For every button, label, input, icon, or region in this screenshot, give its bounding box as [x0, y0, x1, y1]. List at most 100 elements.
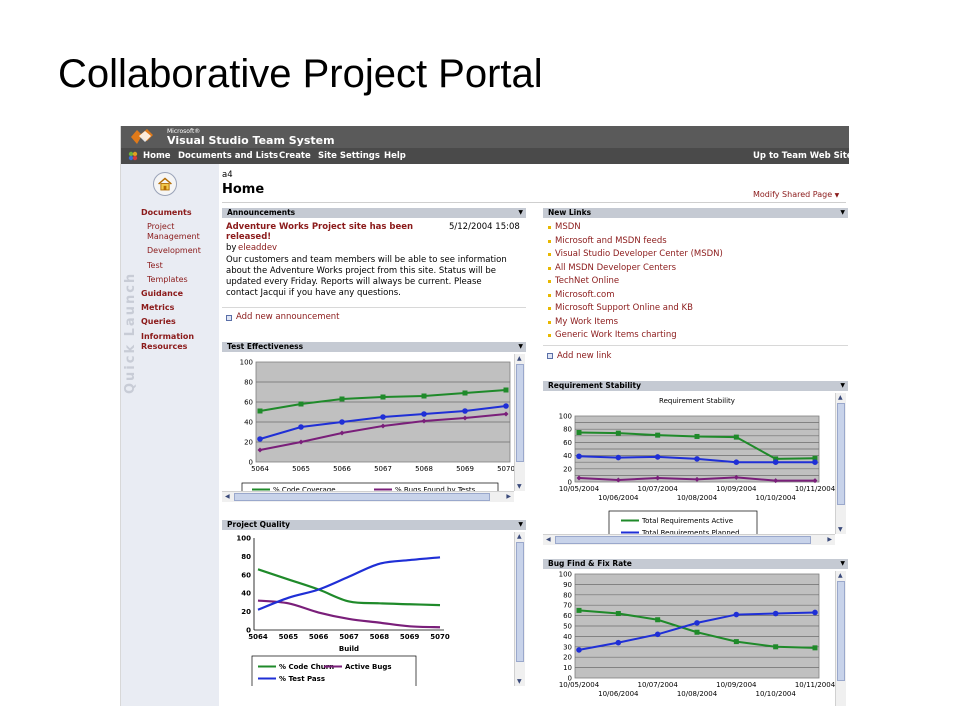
y-tick-label: 100 — [236, 535, 251, 543]
announcement-body-line: contact Jacqui if you have any questions… — [226, 288, 401, 298]
add-new-announcement-link[interactable]: Add new announcement — [236, 312, 340, 322]
new-link-item[interactable]: Microsoft Support Online and KB — [555, 303, 693, 313]
announcement-author-link[interactable]: eleaddev — [238, 243, 277, 253]
requirement-stability-hscroll[interactable]: ◀ ▶ — [543, 534, 835, 545]
quick-launch-item[interactable]: Management — [147, 232, 200, 242]
scroll-left-icon[interactable]: ◀ — [546, 536, 551, 543]
scroll-thumb[interactable] — [234, 493, 490, 501]
data-point — [503, 387, 509, 393]
nav-home[interactable]: Home — [143, 151, 171, 161]
nav-create[interactable]: Create — [279, 151, 311, 161]
new-link-item[interactable]: All MSDN Developer Centers — [555, 263, 676, 273]
requirement-stability-title: Requirement Stability — [548, 381, 641, 390]
part-menu-chevron-icon[interactable]: ▼ — [840, 559, 845, 569]
data-point — [733, 611, 740, 618]
test-effectiveness-title: Test Effectiveness — [227, 342, 304, 351]
nav-site-settings[interactable]: Site Settings — [318, 151, 380, 161]
home-nav-icon — [128, 151, 138, 161]
nav-help[interactable]: Help — [384, 151, 406, 161]
data-point — [576, 453, 582, 460]
x-tick-label: 5065 — [292, 465, 310, 473]
y-tick-label: 100 — [559, 413, 572, 421]
quick-launch-item[interactable]: Information — [141, 332, 194, 342]
scroll-thumb[interactable] — [555, 536, 811, 544]
announcement-title-line-2[interactable]: released! — [226, 232, 271, 242]
add-icon — [547, 353, 553, 359]
data-point — [380, 414, 386, 420]
quick-launch-item[interactable]: Documents — [141, 208, 192, 218]
scroll-down-icon[interactable]: ▼ — [517, 678, 522, 685]
new-link-item[interactable]: Visual Studio Developer Center (MSDN) — [555, 249, 723, 259]
data-point — [773, 644, 779, 650]
quick-launch-item[interactable]: Test — [147, 261, 163, 271]
scroll-left-icon[interactable]: ◀ — [225, 493, 230, 500]
y-tick-label: 10 — [563, 664, 572, 672]
new-links-header: New Links ▼ — [543, 208, 848, 218]
scroll-up-icon[interactable]: ▲ — [838, 394, 843, 401]
part-menu-chevron-icon[interactable]: ▼ — [518, 208, 523, 218]
x-tick-label: 5070 — [430, 633, 450, 641]
quick-launch-item[interactable]: Guidance — [141, 289, 183, 299]
new-link-item[interactable]: TechNet Online — [555, 276, 619, 286]
test-effectiveness-hscroll[interactable]: ◀ ▶ — [222, 491, 514, 502]
data-point — [733, 639, 739, 645]
test-effectiveness-vscroll[interactable]: ▲ ▼ — [514, 354, 525, 491]
scroll-thumb[interactable] — [516, 364, 524, 462]
scroll-right-icon[interactable]: ▶ — [506, 493, 511, 500]
new-link-item[interactable]: My Work Items — [555, 317, 618, 327]
data-point — [615, 639, 622, 646]
new-link-item[interactable]: Microsoft.com — [555, 290, 615, 300]
announcement-title-line-1[interactable]: Adventure Works Project site has been — [226, 222, 413, 232]
quick-launch-item[interactable]: Queries — [141, 317, 176, 327]
data-point — [380, 394, 386, 400]
scroll-up-icon[interactable]: ▲ — [838, 572, 843, 579]
bullet-icon — [548, 307, 551, 310]
project-quality-vscroll[interactable]: ▲ ▼ — [514, 532, 525, 686]
site-name: a4 — [222, 170, 233, 180]
add-new-link-link[interactable]: Add new link — [557, 351, 611, 361]
data-point — [655, 432, 661, 438]
part-menu-chevron-icon[interactable]: ▼ — [518, 342, 523, 352]
bug-find-fix-title: Bug Find & Fix Rate — [548, 559, 632, 568]
requirement-stability-vscroll[interactable]: ▲ ▼ — [835, 393, 846, 534]
scroll-up-icon[interactable]: ▲ — [517, 355, 522, 362]
data-point — [694, 620, 700, 626]
quick-launch-item[interactable]: Templates — [147, 275, 188, 285]
quick-launch-item[interactable]: Development — [147, 246, 201, 256]
quick-launch-item[interactable]: Resources — [141, 342, 187, 352]
scroll-thumb[interactable] — [516, 542, 524, 662]
part-menu-chevron-icon[interactable]: ▼ — [840, 208, 845, 218]
scroll-down-icon[interactable]: ▼ — [838, 526, 843, 533]
x-tick-label: 10/11/2004 — [795, 485, 835, 493]
data-point — [772, 459, 779, 465]
scroll-down-icon[interactable]: ▼ — [517, 483, 522, 490]
bullet-icon — [548, 266, 551, 270]
modify-shared-page-button[interactable]: Modify Shared Page ▼ — [753, 190, 839, 199]
quick-launch-item[interactable]: Project — [147, 222, 174, 232]
y-tick-label: 90 — [563, 581, 572, 589]
scroll-right-icon[interactable]: ▶ — [827, 536, 832, 543]
home-icon[interactable] — [153, 172, 177, 196]
x-tick-label: 5064 — [248, 633, 268, 641]
data-point — [812, 645, 818, 651]
scroll-thumb[interactable] — [837, 403, 845, 505]
x-tick-label: 10/07/2004 — [637, 681, 678, 689]
nav-up-to-team-web-site[interactable]: Up to Team Web Site — [753, 151, 849, 161]
x-tick-label: 5068 — [370, 633, 390, 641]
quick-launch-item[interactable]: Metrics — [141, 303, 174, 313]
bullet-icon — [548, 334, 551, 337]
part-menu-chevron-icon[interactable]: ▼ — [518, 520, 523, 530]
new-link-item[interactable]: MSDN — [555, 222, 581, 232]
y-tick-label: 20 — [563, 654, 572, 662]
data-point — [576, 607, 582, 613]
nav-documents-and-lists[interactable]: Documents and Lists — [178, 151, 278, 161]
bug-find-fix-vscroll[interactable]: ▲ — [835, 571, 846, 706]
x-tick-label: 10/09/2004 — [716, 485, 757, 493]
new-link-item[interactable]: Microsoft and MSDN feeds — [555, 236, 667, 246]
project_quality-svg: 0204060801005064 5065 5066 5067 5068 5069 5070… — [236, 535, 450, 686]
scroll-thumb[interactable] — [837, 581, 845, 681]
new-link-item[interactable]: Generic Work Items charting — [555, 330, 677, 340]
part-menu-chevron-icon[interactable]: ▼ — [840, 381, 845, 391]
scroll-up-icon[interactable]: ▲ — [517, 533, 522, 540]
data-point — [576, 647, 582, 653]
